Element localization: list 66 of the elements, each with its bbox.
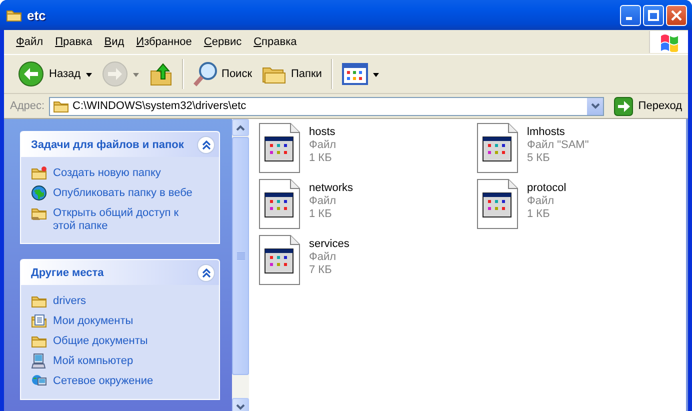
folder-up-icon [148, 61, 173, 87]
close-icon [670, 8, 683, 22]
menu-item[interactable]: Справка [248, 36, 303, 48]
file-icon [477, 179, 518, 230]
file-icon [259, 235, 300, 286]
documents-icon [31, 313, 47, 329]
chevron-up-icon [202, 140, 210, 150]
file-icon [259, 123, 300, 174]
task-link[interactable]: Общие документы [53, 333, 148, 348]
panel-title: Другие места [31, 266, 105, 278]
task-link[interactable]: Мой компьютер [53, 353, 134, 368]
dropdown-icon [590, 103, 600, 109]
search-button[interactable]: Поиск [188, 59, 256, 89]
file-type: Файл [309, 195, 338, 208]
minimize-button[interactable] [620, 4, 641, 26]
publish-icon [31, 185, 47, 201]
scroll-thumb[interactable] [232, 137, 249, 375]
new-folder-icon [31, 165, 47, 181]
address-field[interactable]: C:\WINDOWS\system32\drivers\etc [48, 96, 604, 116]
windows-logo-icon [658, 32, 680, 52]
window-title: etc [27, 8, 47, 22]
scroll-up-button[interactable] [232, 119, 249, 136]
collapse-button[interactable] [197, 264, 215, 282]
file-size: 5 КБ [527, 152, 551, 165]
maximize-icon [647, 8, 660, 22]
file-size: 7 КБ [309, 264, 333, 277]
file-name[interactable]: hosts [309, 126, 336, 139]
file-icon [477, 123, 518, 174]
file-type: Файл [527, 195, 556, 208]
task-link[interactable]: Опубликовать папку в вебе [53, 185, 192, 200]
menu-item[interactable]: Сервис [198, 36, 248, 48]
file-size: 1 КБ [527, 208, 551, 221]
file-type: Файл [309, 139, 336, 152]
chevron-up-icon [202, 268, 210, 278]
views-icon [342, 62, 368, 86]
file-type: Файл "SAM" [527, 139, 589, 152]
minimize-icon [626, 17, 632, 20]
file-name[interactable]: lmhosts [527, 126, 589, 139]
collapse-button[interactable] [197, 136, 215, 154]
task-link[interactable]: Открыть общий доступ к этой папке [53, 205, 201, 233]
search-icon [192, 61, 217, 87]
file-size: 1 КБ [309, 208, 333, 221]
folders-button[interactable]: Папки [258, 60, 326, 88]
file-type: Файл [309, 251, 338, 264]
scroll-down-button[interactable] [232, 398, 249, 411]
maximize-button[interactable] [643, 4, 664, 26]
back-button[interactable]: Назад [14, 59, 96, 89]
menu-item[interactable]: Избранное [130, 36, 198, 48]
file-icon [259, 179, 300, 230]
grip-icon [236, 252, 244, 260]
file-name[interactable]: networks [309, 182, 354, 195]
close-button[interactable] [666, 4, 687, 26]
menu-item[interactable]: Файл [10, 36, 50, 48]
address-label: Адрес: [10, 100, 45, 112]
menu-item[interactable]: Правка [49, 36, 98, 48]
task-link[interactable]: drivers [53, 293, 86, 308]
menu-item[interactable]: Вид [98, 36, 130, 48]
go-button[interactable]: Переход [608, 96, 684, 116]
task-link[interactable]: Сетевое окружение [53, 373, 154, 388]
file-size: 1 КБ [309, 152, 333, 165]
file-name[interactable]: services [309, 238, 350, 251]
file-name[interactable]: protocol [527, 182, 566, 195]
computer-icon [31, 353, 47, 369]
panel-title: Задачи для файлов и папок [31, 138, 185, 150]
task-link[interactable]: Мои документы [53, 313, 134, 328]
task-link[interactable]: Создать новую папку [53, 165, 161, 180]
